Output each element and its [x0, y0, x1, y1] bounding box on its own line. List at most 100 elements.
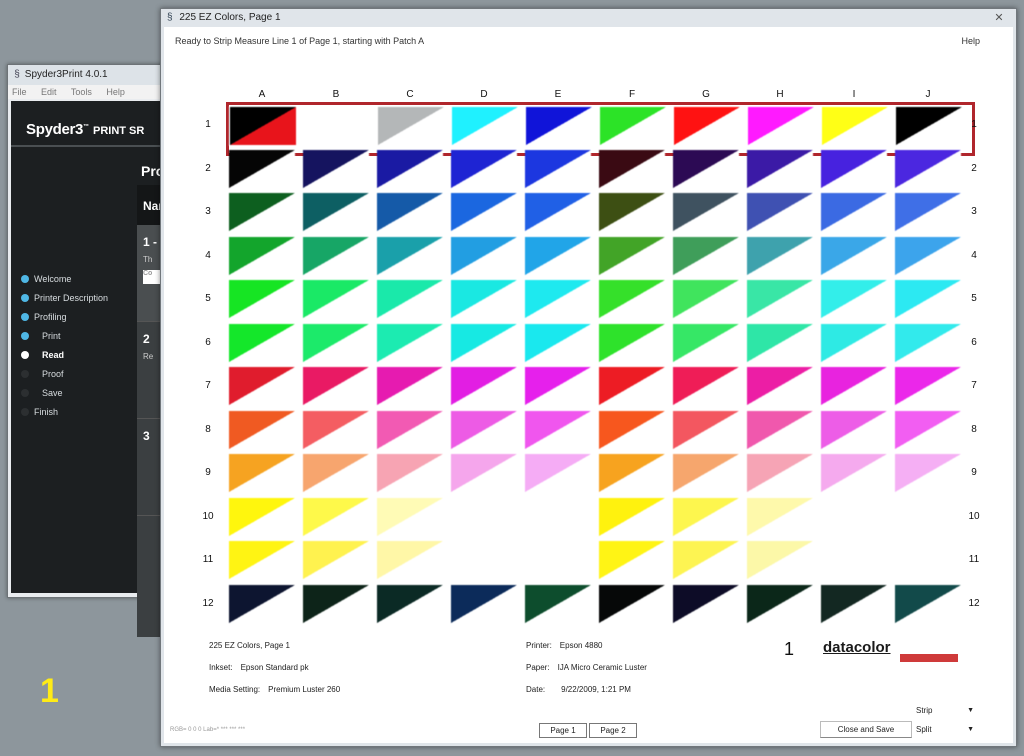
color-patch	[303, 454, 369, 492]
nav-item-finish[interactable]: Finish	[21, 402, 108, 421]
color-patch	[451, 280, 517, 318]
color-patch	[821, 367, 887, 405]
color-patch	[525, 236, 591, 275]
color-patch	[303, 106, 371, 146]
footer-paper: Paper: IJA Micro Ceramic Luster	[526, 663, 647, 672]
menu-file[interactable]: File	[12, 87, 27, 97]
color-patch	[525, 367, 591, 405]
row-label: 10	[202, 510, 214, 522]
color-patch	[525, 280, 591, 318]
color-patch	[377, 280, 443, 318]
color-patch	[599, 106, 667, 146]
row-label: 7	[971, 380, 977, 391]
color-patch	[599, 280, 665, 318]
status-dot-icon	[21, 388, 29, 397]
page-1-button[interactable]: Page 1	[539, 723, 587, 738]
row-label: 12	[968, 597, 980, 609]
color-patch	[821, 323, 887, 362]
color-patch	[895, 193, 961, 231]
nav-item-welcome[interactable]: Welcome	[21, 269, 108, 288]
color-patch	[451, 193, 517, 231]
nav-item-print[interactable]: Print	[21, 326, 108, 345]
column-label: G	[702, 89, 710, 100]
row-label: 1	[205, 119, 211, 130]
close-and-save-button[interactable]: Close and Save	[820, 721, 912, 738]
nav-item-printer-description[interactable]: Printer Description	[21, 288, 108, 307]
status-dot-icon	[21, 312, 29, 321]
color-patch	[747, 323, 813, 362]
color-patch	[821, 584, 887, 623]
footer-inkset: Inkset: Epson Standard pk	[209, 663, 309, 672]
column-label: I	[852, 89, 856, 100]
color-patch	[599, 367, 665, 405]
color-patch	[673, 193, 739, 231]
column-label: H	[776, 89, 784, 100]
color-patch	[229, 410, 295, 449]
color-patch	[229, 106, 297, 146]
page-2-button[interactable]: Page 2	[589, 723, 637, 738]
color-patch	[895, 236, 961, 275]
spyder-titlebar[interactable]: § Spyder3Print 4.0.1	[8, 65, 178, 85]
color-patch	[303, 236, 369, 275]
menu-tools[interactable]: Tools	[71, 87, 92, 97]
row-label: 8	[205, 423, 211, 435]
color-patch	[599, 541, 665, 579]
row-label: 10	[968, 510, 980, 522]
split-select[interactable]: Split ▼	[913, 723, 977, 737]
column-label: C	[406, 89, 414, 100]
overlay-number: 1	[40, 672, 59, 710]
status-dot-icon	[21, 293, 29, 302]
color-patch	[525, 541, 591, 579]
color-patch	[747, 149, 813, 188]
color-patch	[673, 541, 739, 579]
color-patch	[229, 367, 295, 405]
color-patch	[673, 497, 739, 536]
close-icon[interactable]: ✕	[990, 11, 1008, 24]
strip-select[interactable]: Strip ▼	[913, 704, 977, 718]
color-patch	[451, 497, 517, 536]
color-patch	[673, 367, 739, 405]
color-patch	[747, 410, 813, 449]
color-patch	[747, 497, 813, 536]
chart-titlebar[interactable]: § 225 EZ Colors, Page 1	[161, 9, 1016, 27]
color-patch	[377, 410, 443, 449]
row-label: 2	[205, 162, 211, 174]
color-patch	[451, 367, 517, 405]
row-label: 5	[205, 293, 211, 304]
nav-item-profiling[interactable]: Profiling	[21, 307, 108, 326]
color-patch	[377, 323, 443, 362]
nav-item-proof[interactable]: Proof	[21, 364, 108, 383]
color-patch	[377, 497, 443, 536]
menu-edit[interactable]: Edit	[41, 87, 57, 97]
color-patch	[895, 323, 961, 362]
status-dot-icon	[21, 331, 29, 340]
color-patch	[229, 454, 295, 492]
color-patch	[525, 584, 591, 623]
color-patch	[673, 323, 739, 362]
color-patch	[673, 149, 739, 188]
color-patch	[821, 106, 889, 146]
nav-item-save[interactable]: Save	[21, 383, 108, 402]
color-patch	[377, 454, 443, 492]
color-patch	[599, 323, 665, 362]
color-patch	[673, 280, 739, 318]
color-patch	[673, 236, 739, 275]
menu-help[interactable]: Help	[106, 87, 125, 97]
help-link[interactable]: Help	[961, 36, 980, 46]
column-label: J	[925, 89, 931, 100]
color-patch	[451, 410, 517, 449]
page-number: 1	[784, 639, 795, 659]
status-dot-icon	[21, 274, 29, 283]
spyder-body: Spyder3™ PRINT SR Pro Welcome Printer De…	[11, 101, 178, 637]
spyder-nav: Welcome Printer Description Profiling Pr…	[21, 269, 108, 421]
row-label: 9	[205, 467, 211, 478]
nav-item-read[interactable]: Read	[21, 345, 108, 364]
color-patch	[821, 454, 887, 492]
color-patch	[229, 193, 295, 231]
column-label: D	[480, 89, 488, 100]
row-label: 1	[971, 119, 977, 130]
color-patch	[229, 497, 295, 536]
color-patch	[525, 323, 591, 362]
color-patch	[747, 280, 813, 318]
color-patch	[747, 236, 813, 275]
